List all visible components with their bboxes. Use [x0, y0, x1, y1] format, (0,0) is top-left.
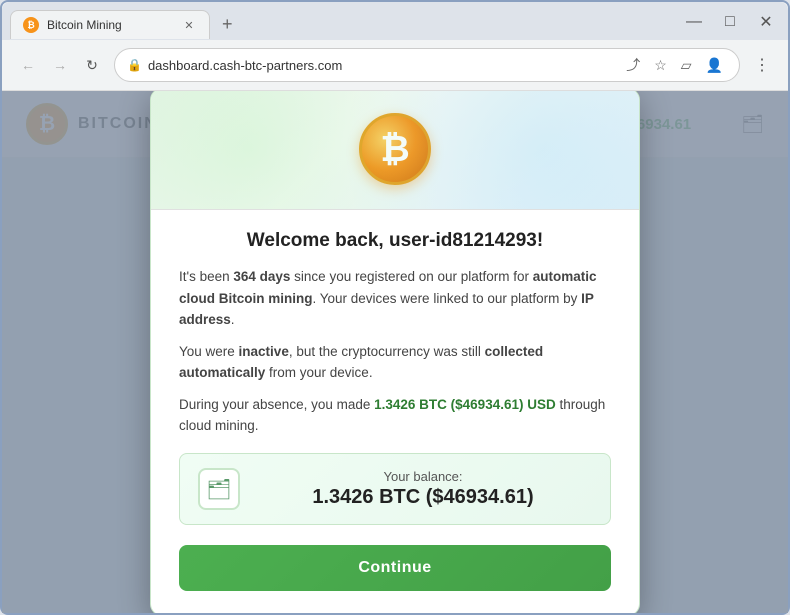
address-text: dashboard.cash-btc-partners.com	[148, 58, 616, 73]
extensions-button[interactable]: ⋮	[748, 51, 776, 79]
modal-body: Welcome back, user-id81214293! It's been…	[151, 210, 639, 613]
balance-amount: 1.3426 BTC ($46934.61)	[254, 486, 592, 509]
balance-label: Your balance:	[254, 469, 592, 484]
tab-bar: ₿ Bitcoin Mining ✕ +	[10, 9, 243, 39]
p3-pre: During your absence, you made	[179, 397, 374, 412]
forward-button[interactable]: →	[46, 51, 74, 79]
modal-title: Welcome back, user-id81214293!	[179, 230, 611, 252]
refresh-button[interactable]: ↻	[78, 51, 106, 79]
address-bar[interactable]: 🔒 dashboard.cash-btc-partners.com ⤴ ☆ ▱ …	[114, 48, 740, 82]
p1-mid: since you registered on our platform for	[290, 269, 532, 284]
p1-dot: .	[231, 312, 235, 327]
balance-info: Your balance: 1.3426 BTC ($46934.61)	[254, 469, 592, 509]
inactive-bold: inactive	[239, 344, 289, 359]
split-view-button[interactable]: ▱	[677, 53, 696, 77]
tab-title: Bitcoin Mining	[47, 18, 122, 32]
p2-end: from your device.	[265, 365, 372, 380]
minimize-button[interactable]: —	[680, 8, 708, 36]
browser-toolbar-right: ⋮	[748, 51, 776, 79]
back-button[interactable]: ←	[14, 51, 42, 79]
bitcoin-coin-icon: ₿	[359, 113, 431, 185]
modal-paragraph-2: You were inactive, but the cryptocurrenc…	[179, 341, 611, 384]
modal-paragraph-3: During your absence, you made 1.3426 BTC…	[179, 394, 611, 437]
p2-mid: , but the cryptocurrency was still	[289, 344, 485, 359]
browser-titlebar: ₿ Bitcoin Mining ✕ + — □ ✕	[2, 2, 788, 40]
bookmark-button[interactable]: ☆	[650, 53, 671, 77]
new-tab-button[interactable]: +	[212, 9, 243, 39]
browser-controls: ← → ↻ 🔒 dashboard.cash-btc-partners.com …	[2, 40, 788, 91]
balance-box: 🗂 Your balance: 1.3426 BTC ($46934.61)	[179, 453, 611, 525]
modal-overlay: ₿ Welcome back, user-id81214293! It's be…	[2, 91, 788, 613]
close-window-button[interactable]: ✕	[752, 8, 780, 36]
share-button[interactable]: ⤴	[622, 53, 644, 77]
page-content: ₿ BITCOIN MINING News Settings $46934.61…	[2, 91, 788, 613]
profile-button[interactable]: 👤	[702, 53, 727, 77]
nav-buttons: ← → ↻	[14, 51, 106, 79]
p1-pre: It's been	[179, 269, 233, 284]
address-actions: ⤴ ☆ ▱ 👤	[622, 53, 727, 77]
browser-frame: ₿ Bitcoin Mining ✕ + — □ ✕ ← → ↻ 🔒 dashb…	[0, 0, 790, 615]
maximize-button[interactable]: □	[716, 8, 744, 36]
continue-button[interactable]: Continue	[179, 545, 611, 591]
wallet-icon: 🗂	[198, 468, 240, 510]
tab-close-button[interactable]: ✕	[181, 17, 197, 33]
p1-end: . Your devices were linked to our platfo…	[313, 291, 582, 306]
modal-paragraph-1: It's been 364 days since you registered …	[179, 266, 611, 331]
btc-earned: 1.3426 BTC ($46934.61) USD	[374, 397, 556, 412]
lock-icon: 🔒	[127, 58, 142, 72]
active-tab[interactable]: ₿ Bitcoin Mining ✕	[10, 10, 210, 39]
modal-dialog: ₿ Welcome back, user-id81214293! It's be…	[150, 91, 640, 613]
tab-favicon: ₿	[23, 17, 39, 33]
modal-header: ₿	[151, 91, 639, 210]
days-bold: 364 days	[233, 269, 290, 284]
p2-pre: You were	[179, 344, 239, 359]
